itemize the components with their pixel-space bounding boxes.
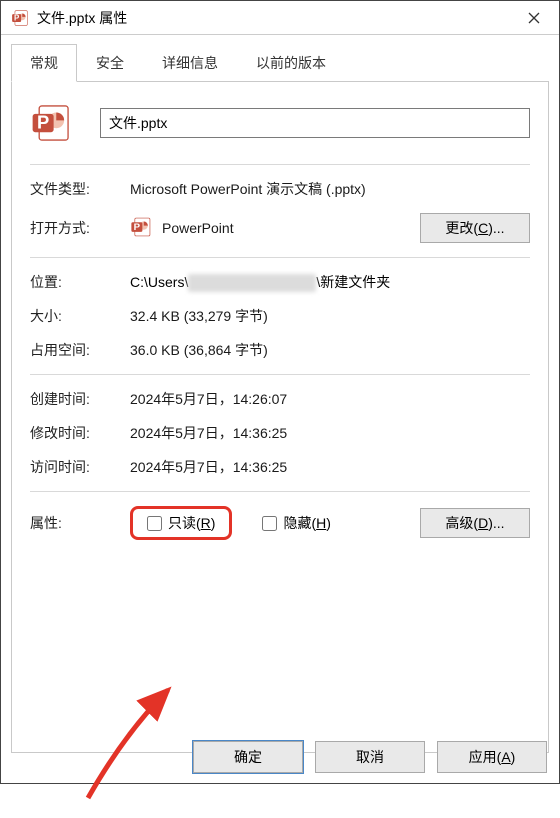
file-type-value: Microsoft PowerPoint 演示文稿 (.pptx) — [130, 179, 530, 199]
file-type-icon: P — [30, 102, 72, 144]
advanced-button[interactable]: 高级(D)... — [420, 508, 530, 538]
location-value: C:\Users\ \新建文件夹 — [130, 272, 530, 292]
ok-button[interactable]: 确定 — [193, 741, 303, 773]
general-panel: P 文件类型: Microsoft PowerPoint 演示文稿 (.pptx… — [11, 81, 549, 753]
hidden-checkbox-label: 隐藏(H) — [283, 513, 330, 533]
close-button[interactable] — [511, 2, 557, 34]
redacted-segment — [188, 274, 316, 292]
created-value: 2024年5月7日，14:26:07 — [130, 389, 530, 409]
tab-security[interactable]: 安全 — [77, 44, 143, 82]
filename-input[interactable] — [100, 108, 530, 138]
svg-text:P: P — [134, 222, 141, 233]
titlebar: P 文件.pptx 属性 — [1, 1, 559, 35]
accessed-value: 2024年5月7日，14:36:25 — [130, 457, 530, 477]
readonly-checkbox[interactable]: 只读(R) — [147, 513, 215, 533]
svg-text:P: P — [37, 111, 49, 132]
powerpoint-icon: P — [130, 216, 154, 240]
accessed-label: 访问时间: — [30, 457, 130, 477]
pptx-icon: P — [11, 9, 29, 27]
size-value: 32.4 KB (33,279 字节) — [130, 306, 530, 326]
tab-strip: 常规 安全 详细信息 以前的版本 — [1, 35, 559, 81]
tab-general[interactable]: 常规 — [11, 44, 77, 82]
change-button[interactable]: 更改(C)... — [420, 213, 530, 243]
window-title: 文件.pptx 属性 — [37, 8, 511, 28]
readonly-checkbox-label: 只读(R) — [168, 513, 215, 533]
created-label: 创建时间: — [30, 389, 130, 409]
open-with-label: 打开方式: — [30, 218, 130, 238]
file-type-label: 文件类型: — [30, 179, 130, 199]
readonly-highlight: 只读(R) — [130, 506, 232, 540]
dialog-buttons: 确定 取消 应用(A) — [193, 741, 547, 773]
open-with-value: PowerPoint — [162, 220, 420, 236]
apply-button[interactable]: 应用(A) — [437, 741, 547, 773]
annotation-arrow-icon — [70, 678, 210, 818]
size-on-disk-label: 占用空间: — [30, 340, 130, 360]
svg-text:P: P — [14, 13, 19, 22]
tab-previous-versions[interactable]: 以前的版本 — [237, 44, 345, 82]
modified-value: 2024年5月7日，14:36:25 — [130, 423, 530, 443]
tab-details[interactable]: 详细信息 — [143, 44, 237, 82]
size-on-disk-value: 36.0 KB (36,864 字节) — [130, 340, 530, 360]
attributes-label: 属性: — [30, 513, 130, 533]
cancel-button[interactable]: 取消 — [315, 741, 425, 773]
location-suffix: \新建文件夹 — [316, 274, 390, 290]
size-label: 大小: — [30, 306, 130, 326]
modified-label: 修改时间: — [30, 423, 130, 443]
hidden-checkbox[interactable]: 隐藏(H) — [262, 513, 330, 533]
location-prefix: C:\Users\ — [130, 274, 188, 290]
readonly-checkbox-input[interactable] — [147, 516, 162, 531]
hidden-checkbox-input[interactable] — [262, 516, 277, 531]
location-label: 位置: — [30, 272, 130, 292]
